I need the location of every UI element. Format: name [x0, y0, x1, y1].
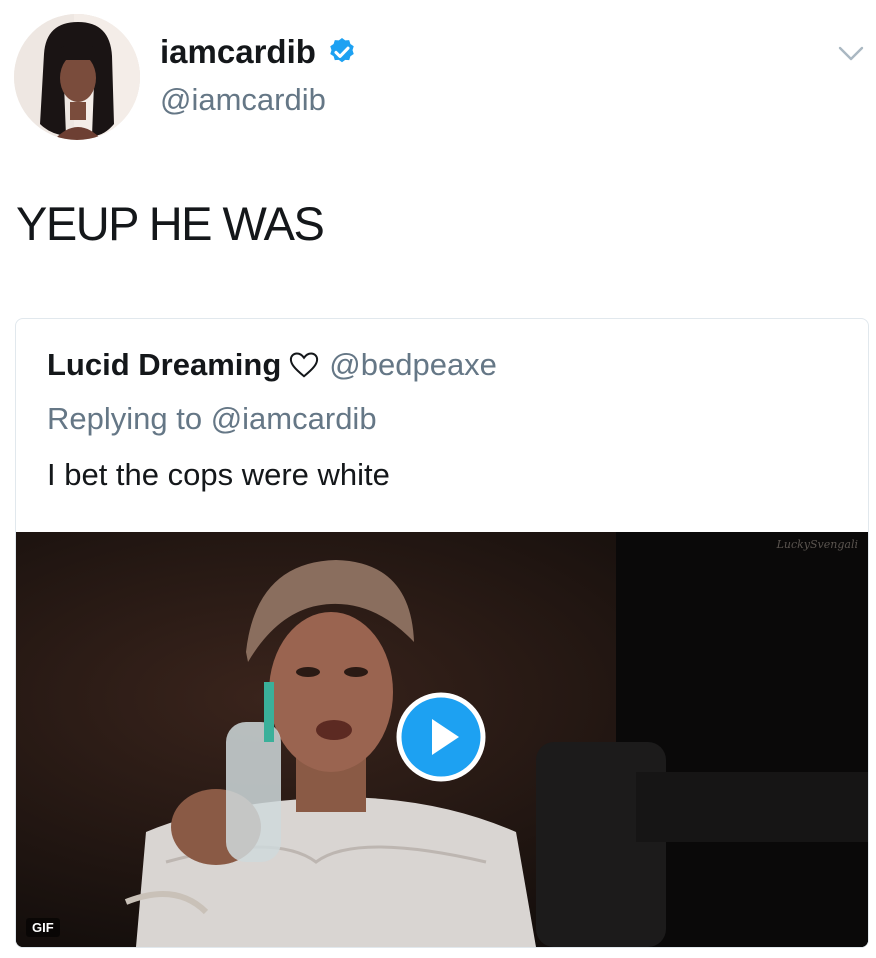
avatar-image	[14, 14, 140, 140]
gif-watermark: LuckySvengali	[776, 538, 858, 551]
replying-to-line[interactable]: Replying to @iamcardib	[47, 401, 377, 437]
chevron-down-icon[interactable]	[838, 44, 864, 64]
gif-badge: GIF	[26, 918, 60, 937]
quoted-display-name[interactable]: Lucid Dreaming	[47, 347, 281, 383]
play-icon[interactable]	[396, 692, 486, 782]
author-name-text: iamcardib	[160, 33, 316, 70]
quoted-tweet-card[interactable]: Lucid Dreaming @bedpeaxe Replying to @ia…	[15, 318, 869, 948]
tweet-text: YEUP HE WAS	[16, 197, 325, 250]
heart-outline-icon	[290, 352, 319, 378]
quoted-handle[interactable]: @bedpeaxe	[329, 347, 497, 383]
author-avatar[interactable]	[14, 14, 140, 140]
quoted-tweet-header: Lucid Dreaming @bedpeaxe	[47, 347, 497, 383]
author-display-name[interactable]: iamcardib	[160, 33, 358, 71]
gif-media[interactable]: LuckySvengali GIF	[16, 532, 868, 947]
verified-badge-icon	[330, 38, 354, 63]
author-handle[interactable]: @iamcardib	[160, 82, 326, 118]
quoted-tweet-text: I bet the cops were white	[47, 457, 390, 492]
